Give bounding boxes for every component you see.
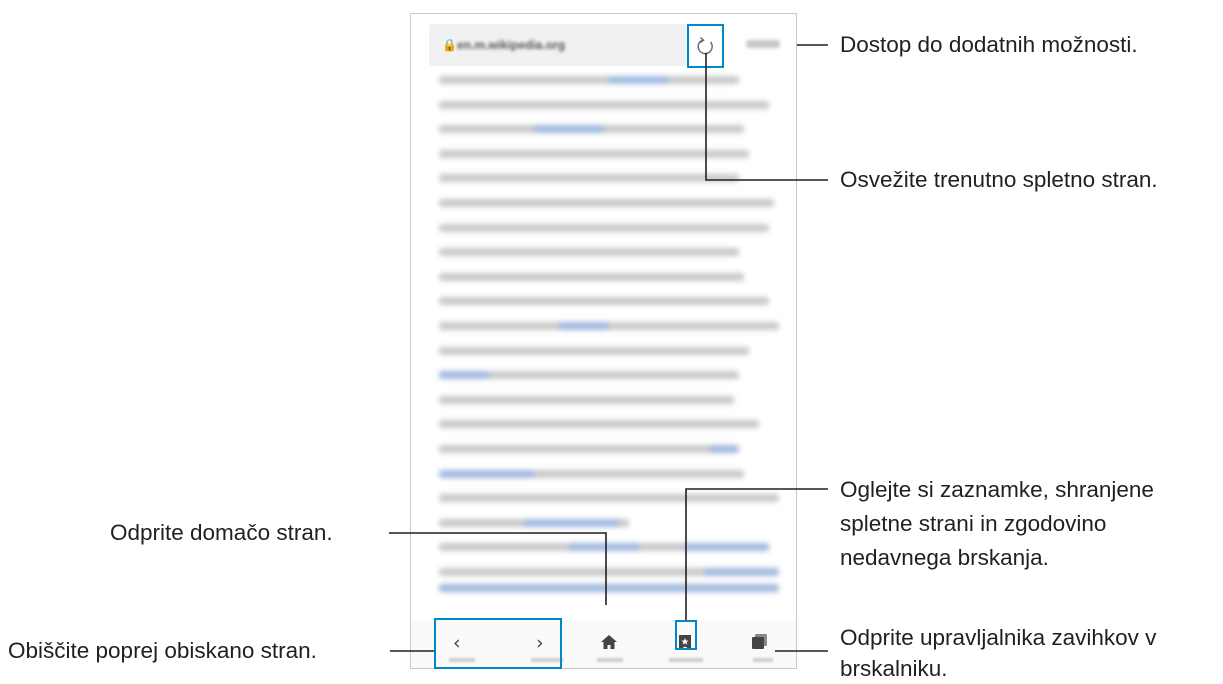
leader-home [389, 532, 607, 605]
callout-more-options: Dostop do dodatnih možnosti. [840, 32, 1138, 57]
leader-bookmarks [685, 488, 828, 620]
callout-bookmarks-line2: spletne strani in zgodovino [840, 511, 1107, 536]
callout-bookmarks-line1: Oglejte si zaznamke, shranjene [840, 477, 1154, 502]
callout-leader-lines [389, 44, 828, 652]
leader-refresh [705, 53, 828, 181]
callout-bookmarks-line3: nedavnega brskanja. [840, 545, 1049, 570]
callout-refresh: Osvežite trenutno spletno stran. [840, 167, 1158, 192]
callout-home: Odprite domačo stran. [110, 520, 333, 545]
callout-tabs-line2: brskalniku. [840, 656, 948, 681]
callout-tabs-line1: Odprite upravljalnika zavihkov v [840, 625, 1157, 650]
callout-back-forward: Obiščite poprej obiskano stran. [8, 638, 317, 663]
